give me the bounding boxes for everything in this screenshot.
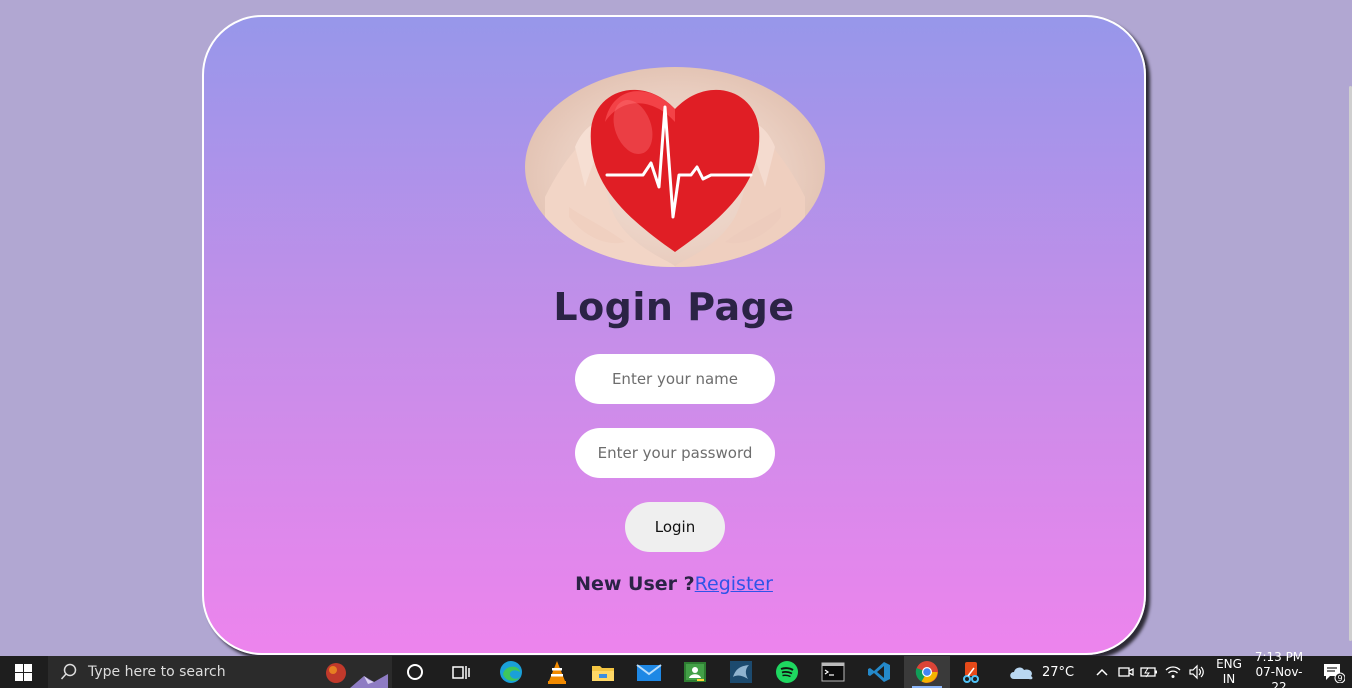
chrome-icon: [915, 661, 938, 683]
login-button[interactable]: Login: [625, 502, 725, 552]
password-input[interactable]: [575, 428, 775, 478]
vlc-button[interactable]: [534, 656, 580, 688]
vscode-icon: [868, 662, 890, 682]
page-scrollbar[interactable]: [1348, 0, 1352, 656]
search-placeholder: Type here to search: [88, 664, 226, 680]
clock[interactable]: 7:13 PM 07-Nov-22: [1248, 650, 1310, 688]
weather-temp: 27°C: [1042, 664, 1075, 680]
classroom-button[interactable]: [672, 656, 718, 688]
task-view-icon: [452, 666, 470, 679]
terminal-icon: [821, 662, 845, 682]
name-input[interactable]: [575, 354, 775, 404]
notification-count: 9: [1337, 674, 1342, 683]
meet-now-icon[interactable]: [1118, 664, 1134, 680]
classroom-icon: [684, 662, 706, 682]
windows-logo-icon: [14, 663, 32, 681]
register-link[interactable]: Register: [695, 573, 773, 595]
snipping-tool-button[interactable]: [948, 656, 994, 688]
search-highlight-icon: [326, 663, 388, 688]
task-view-button[interactable]: [438, 656, 484, 688]
taskbar-search-box[interactable]: Type here to search: [48, 656, 392, 688]
language-indicator[interactable]: ENG IN: [1214, 656, 1244, 688]
wifi-icon[interactable]: [1164, 664, 1182, 680]
login-card: Login Page Login New User ?Register: [202, 15, 1146, 655]
new-user-text: New User ?: [575, 573, 695, 595]
snipping-tool-icon: [963, 662, 979, 683]
windows-taskbar: Type here to search 27°C ENG IN 7:13 PM …: [0, 650, 1352, 688]
mail-icon: [636, 664, 662, 681]
clock-date: 07-Nov-22: [1255, 664, 1303, 688]
chrome-button[interactable]: [904, 656, 950, 688]
start-button[interactable]: [0, 656, 46, 688]
speaker-icon[interactable]: [1188, 664, 1206, 680]
spotify-button[interactable]: [764, 656, 810, 688]
mysql-workbench-button[interactable]: [718, 656, 764, 688]
mail-button[interactable]: [626, 656, 672, 688]
file-explorer-icon: [592, 666, 614, 681]
system-tray: [1094, 656, 1206, 688]
clock-time: 7:13 PM: [1254, 649, 1304, 664]
notification-icon: 9: [1324, 664, 1345, 683]
vscode-button[interactable]: [856, 656, 902, 688]
file-explorer-button[interactable]: [580, 656, 626, 688]
cortana-icon: [407, 664, 423, 680]
page-title: Login Page: [553, 285, 795, 329]
spotify-icon: [776, 661, 798, 683]
heart-in-hands-image: [525, 67, 825, 267]
mysql-workbench-icon: [730, 661, 752, 683]
terminal-button[interactable]: [810, 656, 856, 688]
search-icon: [60, 663, 77, 680]
language-line2: IN: [1222, 672, 1236, 686]
cloud-icon: [1010, 667, 1033, 680]
chevron-up-icon[interactable]: [1094, 664, 1110, 680]
weather-widget[interactable]: 27°C: [1008, 656, 1074, 688]
edge-icon: [500, 661, 522, 683]
edge-button[interactable]: [488, 656, 534, 688]
battery-icon[interactable]: [1140, 664, 1158, 680]
vlc-icon: [548, 661, 566, 684]
notification-center-button[interactable]: 9: [1318, 656, 1348, 688]
new-user-line: New User ?Register: [204, 573, 1144, 595]
language-line1: ENG: [1216, 657, 1242, 671]
cortana-button[interactable]: [392, 656, 438, 688]
